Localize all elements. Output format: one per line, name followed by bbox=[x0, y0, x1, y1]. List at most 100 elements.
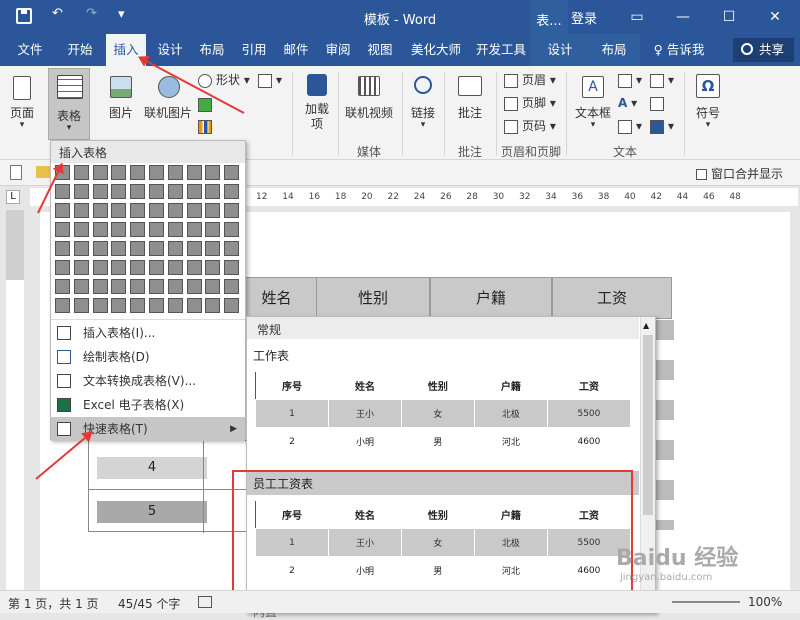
table-grid-cell[interactable] bbox=[205, 279, 221, 294]
table-grid-cell[interactable] bbox=[92, 298, 108, 313]
textbox-button[interactable]: A 文本框 ▾ bbox=[570, 70, 616, 140]
table-grid-cell[interactable] bbox=[186, 241, 202, 256]
tell-me-search[interactable]: ♀ 告诉我 bbox=[648, 34, 710, 66]
doc-header-salary[interactable]: 工资 bbox=[552, 277, 672, 319]
table-grid-cell[interactable] bbox=[73, 241, 89, 256]
table-grid-cell[interactable] bbox=[149, 222, 164, 237]
online-video-button[interactable]: 联机视频 bbox=[342, 70, 396, 130]
table-grid-cell[interactable] bbox=[111, 165, 127, 180]
menu-excel-spreadsheet[interactable]: Excel 电子表格(X) bbox=[51, 393, 245, 417]
folder-icon[interactable] bbox=[36, 166, 50, 178]
table-grid-cell[interactable] bbox=[73, 279, 89, 294]
zoom-level[interactable]: 100% bbox=[748, 595, 782, 609]
table-grid-cell[interactable] bbox=[130, 222, 146, 237]
doc-header-hukou[interactable]: 户籍 bbox=[430, 277, 552, 319]
page-count[interactable]: 第 1 页，共 1 页 bbox=[8, 595, 99, 612]
addins-button[interactable]: 加载 项 bbox=[298, 70, 336, 140]
table-grid-cell[interactable] bbox=[205, 260, 221, 275]
table-grid-cell[interactable] bbox=[224, 184, 240, 199]
table-grid-cell[interactable] bbox=[130, 260, 146, 275]
table-grid-cell[interactable] bbox=[205, 298, 221, 313]
table-grid-cell[interactable] bbox=[130, 165, 146, 180]
table-grid-cell[interactable] bbox=[205, 184, 221, 199]
tab-table-design[interactable]: 设计 bbox=[538, 34, 582, 66]
page-button[interactable]: 页面 ▾ bbox=[4, 70, 40, 130]
picture-button[interactable]: 图片 bbox=[104, 70, 138, 130]
maximize-button[interactable]: ☐ bbox=[706, 0, 752, 34]
drop-cap-button[interactable]: ▾ bbox=[618, 116, 642, 136]
footer-button[interactable]: 页脚 ▾ bbox=[504, 93, 556, 113]
table-grid-cell[interactable] bbox=[149, 241, 164, 256]
tab-developer[interactable]: 开发工具 bbox=[470, 34, 532, 66]
wordart-button[interactable]: A ▾ bbox=[618, 93, 637, 113]
table-grid-cell[interactable] bbox=[73, 222, 89, 237]
link-button[interactable]: 链接 ▾ bbox=[406, 70, 440, 140]
close-button[interactable]: ✕ bbox=[752, 0, 798, 34]
table-grid-cell[interactable] bbox=[111, 260, 127, 275]
word-count[interactable]: 45/45 个字 bbox=[118, 595, 180, 612]
tab-layout[interactable]: 布局 bbox=[192, 34, 232, 66]
chart-button[interactable] bbox=[198, 116, 216, 136]
proofing-icon[interactable] bbox=[198, 596, 212, 608]
new-doc-icon[interactable] bbox=[10, 165, 22, 180]
menu-draw-table[interactable]: 绘制表格(D) bbox=[51, 345, 245, 369]
table-grid-cell[interactable] bbox=[73, 165, 89, 180]
table-grid-cell[interactable] bbox=[92, 279, 108, 294]
table-grid-cell[interactable] bbox=[149, 165, 164, 180]
table-grid-cell[interactable] bbox=[92, 241, 108, 256]
doc-table-fragment[interactable]: 4 5 bbox=[88, 440, 248, 533]
table-grid-cell[interactable] bbox=[167, 165, 183, 180]
table-grid-cell[interactable] bbox=[55, 184, 70, 199]
tab-table-layout[interactable]: 布局 bbox=[592, 34, 636, 66]
table-grid-cell[interactable] bbox=[55, 279, 70, 294]
tab-review[interactable]: 审阅 bbox=[318, 34, 358, 66]
signature-line-button[interactable]: ▾ bbox=[650, 70, 674, 90]
table-grid-cell[interactable] bbox=[111, 279, 127, 294]
table-grid-cell[interactable] bbox=[130, 184, 146, 199]
doc-header-name[interactable]: 姓名 bbox=[236, 277, 316, 319]
tab-mailings[interactable]: 邮件 bbox=[276, 34, 316, 66]
table-grid-cell[interactable] bbox=[167, 184, 183, 199]
table-grid-cell[interactable] bbox=[111, 203, 127, 218]
table-grid-cell[interactable] bbox=[167, 203, 183, 218]
gallery-item-worksheet[interactable]: 序号 姓名 性别 户籍 工资 1 王小女北极 5500 2 小明男河北 4600 bbox=[255, 371, 632, 456]
table-grid-cell[interactable] bbox=[111, 184, 127, 199]
table-grid-cell[interactable] bbox=[73, 298, 89, 313]
window-merge-button[interactable]: 窗口合并显示 bbox=[696, 165, 783, 182]
table-grid-cell[interactable] bbox=[167, 279, 183, 294]
menu-text-to-table[interactable]: 文本转换成表格(V)... bbox=[51, 369, 245, 393]
table-grid-cell[interactable] bbox=[92, 203, 108, 218]
table-grid-cell[interactable] bbox=[149, 260, 164, 275]
table-grid-cell[interactable] bbox=[205, 222, 221, 237]
table-grid-cell[interactable] bbox=[186, 298, 202, 313]
table-grid-cell[interactable] bbox=[224, 298, 240, 313]
table-grid-cell[interactable] bbox=[55, 298, 70, 313]
page-number-button[interactable]: 页码 ▾ bbox=[504, 116, 556, 136]
table-grid-cell[interactable] bbox=[92, 184, 108, 199]
object-button[interactable]: ▾ bbox=[650, 116, 674, 136]
table-grid-cell[interactable] bbox=[167, 260, 183, 275]
table-grid-cell[interactable] bbox=[130, 298, 146, 313]
table-grid-cell[interactable] bbox=[186, 184, 202, 199]
table-grid-cell[interactable] bbox=[186, 222, 202, 237]
table-grid-cell[interactable] bbox=[224, 222, 240, 237]
table-grid-cell[interactable] bbox=[205, 203, 221, 218]
table-grid-cell[interactable] bbox=[186, 260, 202, 275]
tab-beautify-master[interactable]: 美化大师 bbox=[404, 34, 468, 66]
tab-design[interactable]: 设计 bbox=[150, 34, 190, 66]
table-grid-cell[interactable] bbox=[92, 222, 108, 237]
table-grid-cell[interactable] bbox=[73, 260, 89, 275]
shapes-button[interactable]: 形状 ▾ bbox=[198, 70, 250, 90]
table-size-grid[interactable] bbox=[55, 165, 243, 317]
doc-header-gender[interactable]: 性别 bbox=[316, 277, 430, 319]
menu-quick-tables[interactable]: 快速表格(T) ▶ bbox=[51, 417, 245, 441]
table-grid-cell[interactable] bbox=[205, 241, 221, 256]
tab-stop-selector[interactable]: L bbox=[6, 190, 20, 204]
table-button[interactable]: 表格 ▾ bbox=[48, 68, 90, 140]
table-grid-cell[interactable] bbox=[111, 222, 127, 237]
menu-insert-table[interactable]: 插入表格(I)... bbox=[51, 321, 245, 345]
table-grid-cell[interactable] bbox=[186, 203, 202, 218]
comment-button[interactable]: 批注 bbox=[450, 70, 490, 130]
table-grid-cell[interactable] bbox=[55, 260, 70, 275]
tab-home[interactable]: 开始 bbox=[58, 34, 102, 66]
